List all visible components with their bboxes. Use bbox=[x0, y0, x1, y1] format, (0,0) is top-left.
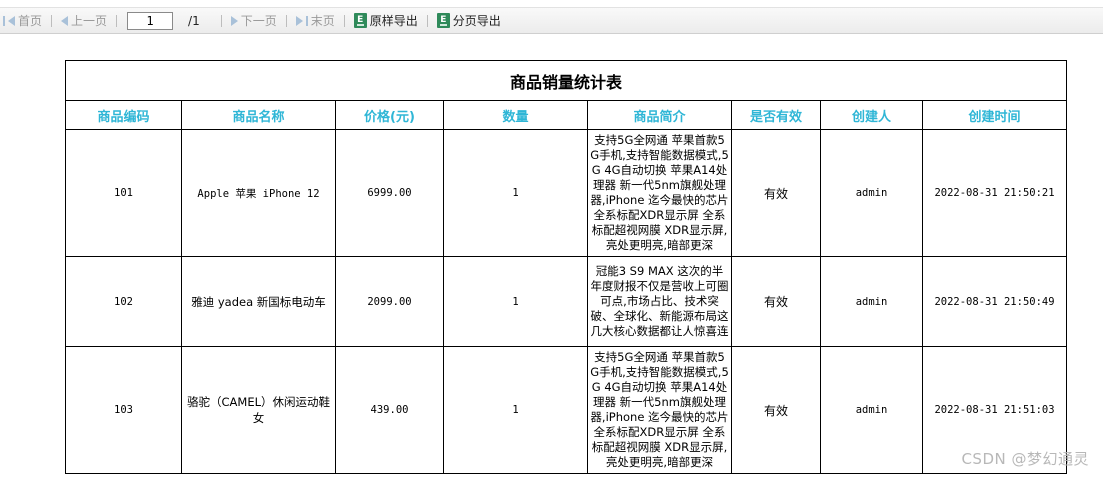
export-paged-label: 分页导出 bbox=[452, 14, 501, 28]
page-number-input[interactable] bbox=[127, 11, 174, 30]
cell-name: Apple 苹果 iPhone 12 bbox=[181, 129, 336, 257]
export-original-label: 原样导出 bbox=[369, 14, 418, 28]
cell-creator: admin bbox=[820, 256, 923, 347]
cell-desc: 支持5G全网通 苹果首款5G手机,支持智能数据模式,5G 4G自动切换 苹果A1… bbox=[587, 346, 732, 474]
last-page-bar-icon bbox=[305, 15, 308, 26]
column-header-code: 商品编码 bbox=[65, 100, 182, 130]
cell-price: 6999.00 bbox=[335, 129, 444, 257]
column-header-creator: 创建人 bbox=[820, 100, 923, 130]
arrow-right-icon bbox=[295, 15, 303, 26]
toolbar-divider bbox=[343, 14, 345, 27]
sales-report-table: 商品销量统计表 商品编码 商品名称 价格(元) 数量 商品简介 是否有效 创建人… bbox=[64, 60, 1068, 474]
watermark: CSDN @梦幻通灵 bbox=[961, 450, 1089, 468]
toolbar-divider bbox=[116, 14, 118, 27]
cell-qty: 1 bbox=[443, 256, 588, 347]
report-title: 商品销量统计表 bbox=[64, 60, 1068, 101]
last-page-button[interactable]: 末页 bbox=[293, 12, 338, 29]
last-page-label: 末页 bbox=[310, 14, 335, 28]
cell-creator: admin bbox=[820, 346, 923, 474]
next-page-label: 下一页 bbox=[240, 14, 277, 28]
cell-qty: 1 bbox=[443, 346, 588, 474]
report-toolbar: 首页 上一页 /1 下一页 末页 E 原样导出 E 分页导出 bbox=[0, 7, 1103, 34]
next-page-button[interactable]: 下一页 bbox=[228, 12, 280, 29]
table-header-row: 商品编码 商品名称 价格(元) 数量 商品简介 是否有效 创建人 创建时间 bbox=[65, 100, 1068, 130]
excel-export-icon: E bbox=[353, 13, 367, 28]
cell-desc: 支持5G全网通 苹果首款5G手机,支持智能数据模式,5G 4G自动切换 苹果A1… bbox=[587, 129, 732, 257]
column-header-name: 商品名称 bbox=[181, 100, 336, 130]
cell-desc: 冠能3 S9 MAX 这次的半年度财报不仅是营收上可圈可点,市场占比、技术突破、… bbox=[587, 256, 732, 347]
cell-valid: 有效 bbox=[731, 129, 821, 257]
cell-valid: 有效 bbox=[731, 346, 821, 474]
page-total-label: /1 bbox=[188, 13, 200, 28]
cell-code: 103 bbox=[65, 346, 182, 474]
toolbar-divider bbox=[51, 14, 53, 27]
toolbar-divider bbox=[285, 14, 287, 27]
table-row: 103 骆驼（CAMEL）休闲运动鞋女 439.00 1 支持5G全网通 苹果首… bbox=[65, 346, 1068, 474]
column-header-created: 创建时间 bbox=[921, 100, 1068, 130]
cell-code: 101 bbox=[65, 129, 182, 257]
cell-creator: admin bbox=[820, 129, 923, 257]
first-page-bar-icon bbox=[3, 15, 5, 26]
arrow-right-icon bbox=[230, 15, 238, 26]
export-original-button[interactable]: E 原样导出 bbox=[351, 12, 421, 29]
page-total: /1 bbox=[185, 14, 203, 28]
prev-page-label: 上一页 bbox=[71, 14, 108, 28]
arrow-left-icon bbox=[8, 15, 15, 26]
column-header-valid: 是否有效 bbox=[731, 100, 821, 130]
cell-price: 439.00 bbox=[335, 346, 444, 474]
cell-name: 骆驼（CAMEL）休闲运动鞋女 bbox=[181, 346, 336, 474]
table-row: 101 Apple 苹果 iPhone 12 6999.00 1 支持5G全网通… bbox=[65, 129, 1068, 257]
first-page-button[interactable]: 首页 bbox=[0, 12, 45, 29]
excel-export-icon: E bbox=[436, 13, 450, 28]
toolbar-divider bbox=[426, 14, 428, 27]
column-header-desc: 商品简介 bbox=[587, 100, 732, 130]
prev-page-button[interactable]: 上一页 bbox=[58, 12, 110, 29]
column-header-price: 价格(元) bbox=[335, 100, 444, 130]
column-header-qty: 数量 bbox=[443, 100, 588, 130]
toolbar-divider bbox=[220, 14, 222, 27]
cell-created: 2022-08-31 21:50:49 bbox=[921, 256, 1068, 347]
cell-name: 雅迪 yadea 新国标电动车 bbox=[181, 256, 336, 347]
first-page-label: 首页 bbox=[18, 14, 43, 28]
cell-valid: 有效 bbox=[731, 256, 821, 347]
cell-qty: 1 bbox=[443, 129, 588, 257]
cell-price: 2099.00 bbox=[335, 256, 444, 347]
arrow-left-icon bbox=[61, 15, 69, 26]
export-paged-button[interactable]: E 分页导出 bbox=[434, 12, 504, 29]
cell-code: 102 bbox=[65, 256, 182, 347]
cell-created: 2022-08-31 21:50:21 bbox=[921, 129, 1068, 257]
table-row: 102 雅迪 yadea 新国标电动车 2099.00 1 冠能3 S9 MAX… bbox=[65, 256, 1068, 347]
